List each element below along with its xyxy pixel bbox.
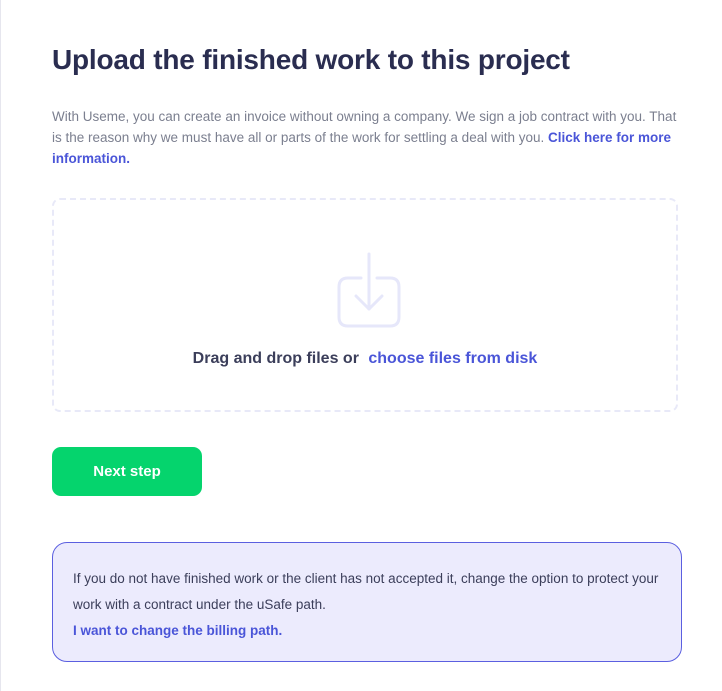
change-billing-path-link[interactable]: I want to change the billing path. <box>73 618 282 644</box>
drag-drop-text: Drag and drop files or <box>192 350 359 367</box>
billing-path-info-box: If you do not have finished work or the … <box>52 542 682 662</box>
intro-paragraph: With Useme, you can create an invoice wi… <box>52 106 682 169</box>
download-tray-icon <box>337 252 401 328</box>
page-left-divider <box>0 0 1 691</box>
page-title: Upload the finished work to this project <box>52 44 570 75</box>
choose-files-link[interactable]: choose files from disk <box>368 350 537 367</box>
next-step-button[interactable]: Next step <box>52 447 202 496</box>
info-text: If you do not have finished work or the … <box>73 571 659 612</box>
dropzone-prompt: Drag and drop files or choose files from… <box>54 350 676 368</box>
file-dropzone[interactable]: Drag and drop files or choose files from… <box>52 198 678 412</box>
